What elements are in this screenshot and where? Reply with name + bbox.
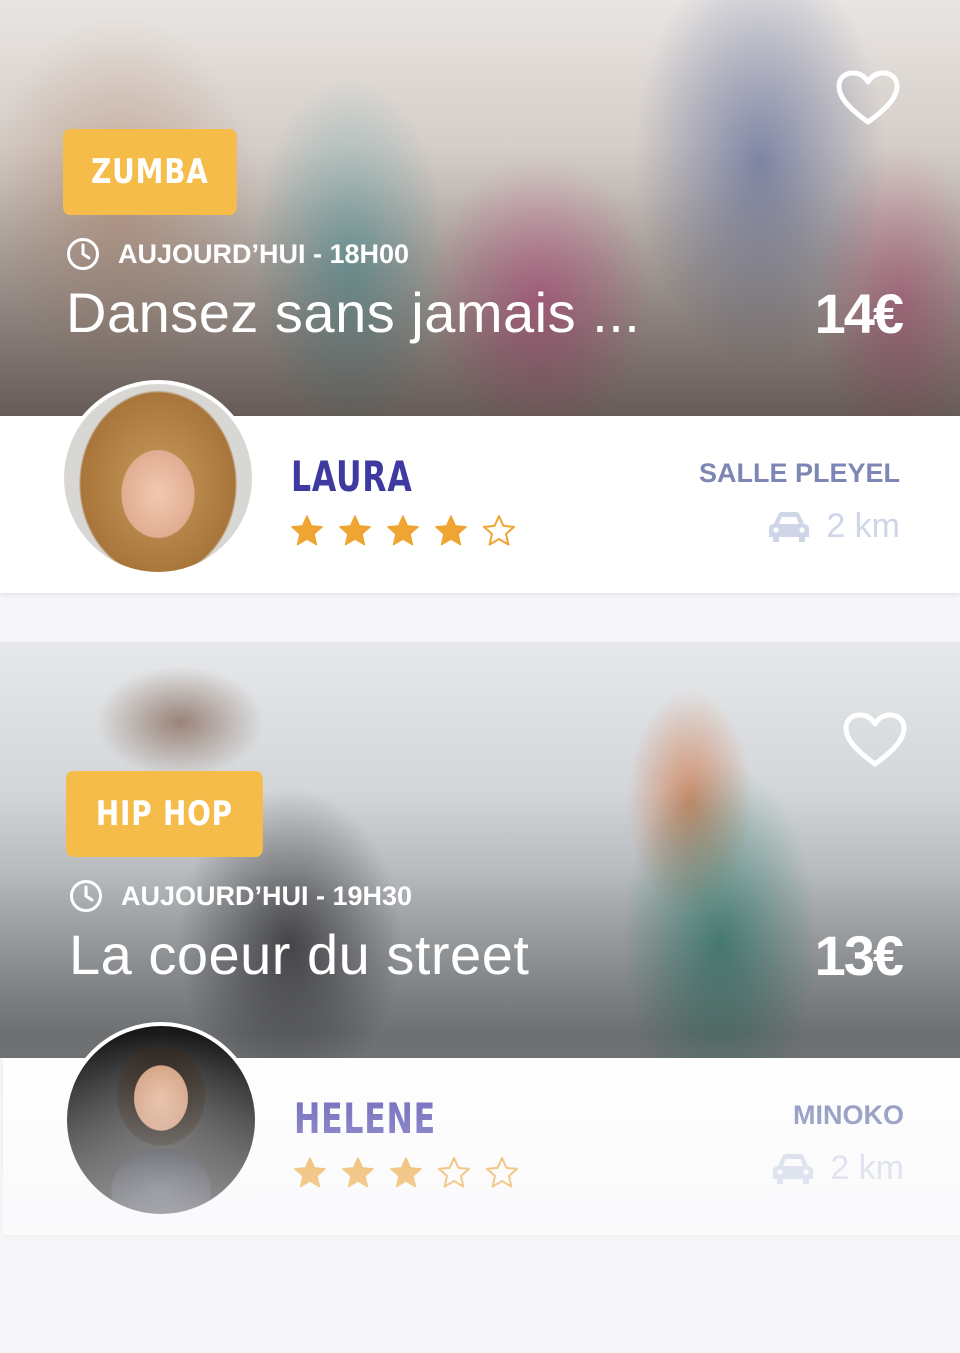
- star-icon: [339, 515, 371, 546]
- category-badge: HIP HOP: [66, 771, 263, 857]
- clock-icon: [70, 880, 102, 912]
- distance-value: 2 km: [826, 507, 900, 545]
- teacher-name: HELENE: [294, 1094, 436, 1143]
- star-icon: [390, 1157, 422, 1188]
- star-icon: [483, 515, 515, 546]
- category-label: HIP HOP: [95, 794, 233, 834]
- class-time: AUJOURD’HUI - 19H30: [121, 880, 413, 911]
- distance: 2 km: [772, 1149, 904, 1188]
- star-icon: [438, 1157, 470, 1188]
- schedule: AUJOURD’HUI - 18H00: [66, 237, 409, 271]
- class-time: AUJOURD’HUI - 18H00: [118, 238, 410, 269]
- teacher-name: LAURA: [291, 452, 413, 501]
- schedule: AUJOURD’HUI - 19H30: [69, 879, 412, 913]
- class-price: 13€: [814, 924, 904, 987]
- category-badge: ZUMBA: [63, 129, 237, 215]
- car-icon: [769, 511, 810, 542]
- venue-name: MINOKO: [793, 1100, 904, 1130]
- teacher-avatar[interactable]: [60, 380, 256, 576]
- category-label: ZUMBA: [91, 152, 209, 192]
- star-icon: [291, 515, 323, 546]
- distance-value: 2 km: [830, 1149, 904, 1187]
- venue-name: SALLE PLEYEL: [698, 458, 900, 488]
- teacher-rating: [290, 514, 516, 548]
- class-title: Dansez sans jamais ...: [66, 281, 641, 344]
- teacher-avatar[interactable]: [63, 1022, 259, 1218]
- star-icon: [342, 1157, 374, 1188]
- car-icon: [773, 1153, 814, 1184]
- teacher-rating: [293, 1156, 519, 1190]
- heart-outline-icon[interactable]: [843, 712, 907, 768]
- class-title: La coeur du street: [69, 923, 530, 986]
- clock-icon: [67, 238, 99, 270]
- star-icon: [486, 1157, 518, 1188]
- star-icon: [387, 515, 419, 546]
- heart-outline-icon[interactable]: [836, 70, 900, 126]
- class-price: 14€: [814, 282, 904, 345]
- distance: 2 km: [768, 507, 900, 546]
- star-icon: [435, 515, 467, 546]
- star-icon: [294, 1157, 326, 1188]
